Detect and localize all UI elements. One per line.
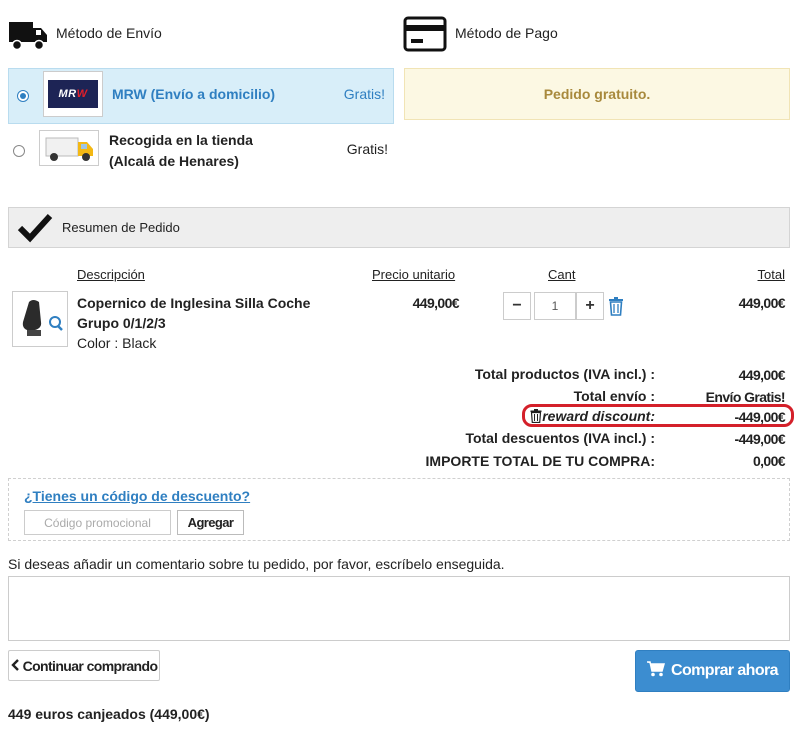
apply-coupon-button[interactable]: Agregar — [177, 510, 244, 535]
product-line-total: 449,00€ — [738, 295, 786, 311]
shipping-option-title: MRW (Envío a domicilio) — [112, 86, 276, 102]
continue-shopping-button[interactable]: Continuar comprando — [8, 650, 160, 681]
comment-textarea[interactable] — [8, 576, 790, 641]
product-name[interactable]: Copernico de Inglesina Silla Coche Grupo… — [77, 293, 337, 333]
product-thumbnail[interactable] — [12, 291, 68, 347]
redeemed-points-text: 449 euros canjeados (449,00€) — [8, 706, 210, 722]
credit-card-icon — [403, 16, 447, 52]
delivery-van-icon — [39, 130, 99, 166]
radio-store-pickup[interactable] — [13, 145, 25, 157]
chevron-left-icon — [10, 658, 19, 674]
shopping-cart-icon — [647, 660, 666, 682]
quantity-increase-button[interactable]: + — [576, 292, 604, 320]
shipping-option-store-pickup[interactable]: Recogida en la tienda (Alcalá de Henares… — [8, 128, 394, 174]
shipping-option-price: Gratis! — [343, 86, 385, 102]
shipping-header: Método de Envío — [56, 25, 162, 41]
total-discounts-label: Total descuentos (IVA incl.) : — [465, 430, 655, 446]
total-shipping-label: Total envío : — [573, 388, 655, 404]
coupon-code-input[interactable]: Código promocional — [24, 510, 171, 535]
shipping-option-price: Gratis! — [346, 141, 388, 157]
column-quantity: Cant — [548, 267, 576, 282]
total-products-label: Total productos (IVA incl.) : — [474, 366, 655, 382]
reward-discount-label: reward discount: — [542, 408, 655, 424]
total-shipping-value: Envío Gratis! — [705, 389, 786, 405]
radio-mrw[interactable] — [17, 90, 29, 102]
checkmark-icon — [17, 213, 53, 246]
column-description: Descripción — [77, 267, 145, 282]
product-color: Color : Black — [77, 335, 157, 351]
total-products-value: 449,00€ — [738, 367, 786, 383]
comment-label: Si deseas añadir un comentario sobre tu … — [8, 556, 505, 572]
shipping-option-title: Recogida en la tienda (Alcalá de Henares… — [109, 132, 253, 169]
total-discounts-value: -449,00€ — [734, 431, 786, 447]
shipping-option-mrw[interactable]: MR W MRW (Envío a domicilio) Gratis! — [8, 68, 394, 124]
buy-now-button[interactable]: Comprar ahora — [635, 650, 790, 692]
truck-icon — [8, 18, 48, 51]
mrw-logo: MR W — [43, 71, 103, 117]
quantity-decrease-button[interactable]: − — [503, 292, 531, 320]
quantity-input[interactable]: 1 — [534, 292, 576, 320]
coupon-toggle-link[interactable]: ¿Tienes un código de descuento? — [24, 488, 250, 504]
column-total: Total — [757, 267, 785, 282]
grand-total-label: IMPORTE TOTAL DE TU COMPRA: — [425, 453, 655, 469]
order-summary-title: Resumen de Pedido — [62, 220, 180, 235]
payment-notice: Pedido gratuito. — [404, 68, 790, 120]
trash-icon[interactable] — [608, 297, 624, 319]
payment-header: Método de Pago — [455, 25, 558, 41]
column-unit-price: Precio unitario — [372, 267, 456, 282]
grand-total-value: 0,00€ — [752, 453, 786, 469]
product-unit-price: 449,00€ — [412, 295, 460, 311]
order-summary-header: Resumen de Pedido — [8, 207, 790, 248]
reward-discount-value: -449,00€ — [734, 409, 786, 425]
trash-icon[interactable] — [530, 409, 542, 426]
